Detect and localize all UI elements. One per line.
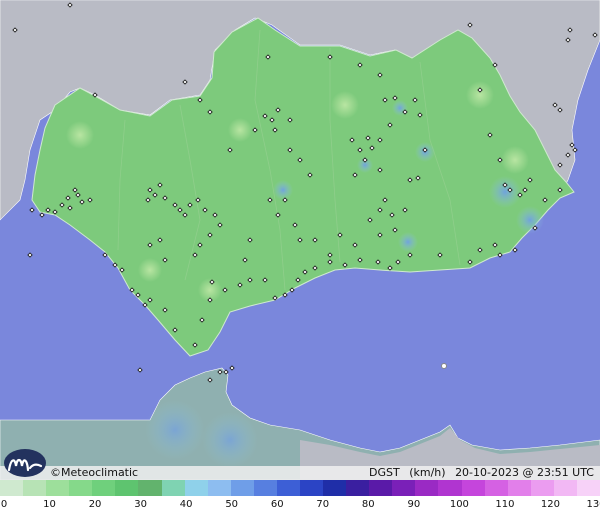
legend-swatch <box>161 480 185 496</box>
legend-tick: 10 <box>43 499 56 510</box>
legend-swatch <box>69 480 93 496</box>
legend-swatch <box>507 480 531 496</box>
unit-label: (km/h) <box>409 466 446 479</box>
legend-swatch <box>207 480 231 496</box>
legend-swatch <box>46 480 70 496</box>
legend-swatch <box>184 480 208 496</box>
legend-swatch <box>369 480 393 496</box>
legend-swatch <box>253 480 277 496</box>
legend-tick: 130 <box>586 499 600 510</box>
legend-swatch <box>392 480 416 496</box>
legend-swatch <box>0 480 24 496</box>
legend-swatch <box>323 480 347 496</box>
legend-tick: 70 <box>316 499 330 510</box>
legend-tick: 50 <box>225 499 239 510</box>
legend-tick: 20 <box>88 499 102 510</box>
legend-tick: 80 <box>361 499 375 510</box>
legend-swatch <box>138 480 162 496</box>
variable-label: DGST <box>369 466 400 479</box>
legend-swatch <box>276 480 301 496</box>
legend-tick: 60 <box>270 499 284 510</box>
legend-swatch <box>23 480 47 496</box>
wind-gust-map[interactable] <box>0 0 600 480</box>
legend-swatch <box>484 480 508 496</box>
legend-swatch <box>530 480 554 496</box>
legend-tick: 30 <box>134 499 147 510</box>
legend-tick-labels: 0 10 20 30 40 50 60 70 80 90 100 110 120 130 <box>0 498 600 512</box>
legend-swatch <box>300 480 324 496</box>
legend-swatch <box>576 480 600 496</box>
legend-tick: 90 <box>407 499 421 510</box>
legend-tick: 40 <box>179 499 193 510</box>
timestamp-label: 20-10-2023 @ 23:51 UTC <box>455 466 594 479</box>
alboran-island-marker <box>441 363 447 369</box>
map-frame: ©Meteoclimatic DGST (km/h) 20-10-2023 @ … <box>0 0 600 517</box>
legend-swatch <box>115 480 139 496</box>
legend-tick: 100 <box>449 499 469 510</box>
color-legend: 0 10 20 30 40 50 60 70 80 90 100 110 120 130 <box>0 480 600 517</box>
legend-swatch <box>553 480 577 496</box>
legend-swatch <box>346 480 370 496</box>
map-footer: ©Meteoclimatic DGST (km/h) 20-10-2023 @ … <box>0 466 600 480</box>
legend-swatch <box>438 480 462 496</box>
meteoclimatic-logo-icon <box>4 449 46 477</box>
legend-swatch <box>230 480 254 496</box>
brand-label: ©Meteoclimatic <box>50 466 139 479</box>
map-info: DGST (km/h) 20-10-2023 @ 23:51 UTC <box>363 466 594 480</box>
legend-swatch <box>92 480 116 496</box>
legend-swatch <box>461 480 485 496</box>
legend-tick: 0 <box>0 499 8 510</box>
legend-swatch <box>415 480 439 496</box>
legend-color-scale <box>0 480 600 496</box>
legend-tick: 110 <box>495 499 515 510</box>
legend-tick: 120 <box>540 499 560 510</box>
